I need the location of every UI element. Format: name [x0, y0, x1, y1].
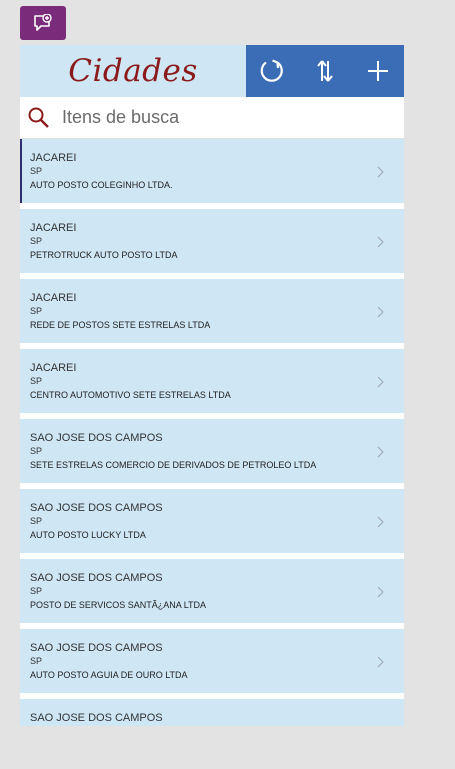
item-state: SP	[30, 376, 43, 386]
chevron-right-icon	[377, 236, 384, 248]
item-name: POSTO DE SERVICOS SANTÃ¿ANA LTDA	[30, 600, 207, 610]
item-name: PETROTRUCK AUTO POSTO LTDA	[30, 250, 178, 260]
list-item[interactable]: JACAREI SP PETROTRUCK AUTO POSTO LTDA	[20, 209, 404, 273]
refresh-icon	[260, 59, 284, 82]
search-icon	[28, 107, 49, 128]
chevron-right-icon	[377, 656, 384, 668]
list-item[interactable]: SAO JOSE DOS CAMPOS SP AUTO POSTO LUCKY …	[20, 489, 404, 553]
sort-button[interactable]	[305, 51, 345, 91]
item-name: CENTRO AUTOMOTIVO SETE ESTRELAS LTDA	[30, 390, 231, 400]
list-item[interactable]: SAO JOSE DOS CAMPOS SP	[20, 699, 404, 726]
item-city: SAO JOSE DOS CAMPOS	[30, 432, 163, 444]
title-box: Cidades	[20, 45, 246, 97]
chevron-right-icon	[377, 446, 384, 458]
item-city: SAO JOSE DOS CAMPOS	[30, 712, 163, 724]
header: Cidades	[20, 45, 404, 97]
header-actions	[246, 45, 404, 97]
list-item[interactable]: SAO JOSE DOS CAMPOS SP AUTO POSTO AGUIA …	[20, 629, 404, 693]
search-input[interactable]	[60, 106, 364, 129]
item-state: SP	[30, 656, 43, 666]
item-state: SP	[30, 166, 43, 176]
item-name: AUTO POSTO LUCKY LTDA	[30, 530, 146, 540]
item-city: JACAREI	[30, 362, 77, 374]
list-item[interactable]: JACAREI SP REDE DE POSTOS SETE ESTRELAS …	[20, 279, 404, 343]
item-name: AUTO POSTO COLEGINHO LTDA.	[30, 180, 173, 190]
search-bar	[20, 97, 404, 139]
chevron-right-icon	[377, 586, 384, 598]
sort-icon	[317, 60, 333, 82]
chevron-right-icon	[377, 166, 384, 178]
page-title: Cidades	[68, 53, 198, 89]
plus-icon	[367, 61, 388, 81]
chevron-right-icon	[377, 376, 384, 388]
chat-add-icon	[34, 14, 52, 31]
item-city: SAO JOSE DOS CAMPOS	[30, 642, 163, 654]
item-state: SP	[30, 236, 43, 246]
refresh-button[interactable]	[252, 51, 292, 91]
item-city: JACAREI	[30, 292, 77, 304]
item-state: SP	[30, 306, 43, 316]
city-list: JACAREI SP AUTO POSTO COLEGINHO LTDA. JA…	[20, 139, 404, 726]
item-state: SP	[30, 586, 43, 596]
item-city: JACAREI	[30, 222, 77, 234]
item-state: SP	[30, 725, 404, 726]
list-item[interactable]: SAO JOSE DOS CAMPOS SP POSTO DE SERVICOS…	[20, 559, 404, 623]
item-city: SAO JOSE DOS CAMPOS	[30, 572, 163, 584]
item-state: SP	[30, 516, 43, 526]
item-city: SAO JOSE DOS CAMPOS	[30, 502, 163, 514]
search-icon-wrap	[20, 106, 60, 130]
app-screen: Cidades Itens de busca JACAREI SP AUTO P…	[20, 45, 404, 726]
item-name: AUTO POSTO AGUIA DE OURO LTDA	[30, 670, 188, 680]
chevron-right-icon	[377, 306, 384, 318]
item-state: SP	[30, 446, 43, 456]
list-item[interactable]: JACAREI SP AUTO POSTO COLEGINHO LTDA.	[20, 139, 404, 203]
chevron-right-icon	[377, 516, 384, 528]
item-city: JACAREI	[30, 152, 77, 164]
item-name: REDE DE POSTOS SETE ESTRELAS LTDA	[30, 320, 211, 330]
item-name: SETE ESTRELAS COMERCIO DE DERIVADOS DE P…	[30, 460, 317, 470]
list-item[interactable]: SAO JOSE DOS CAMPOS SP SETE ESTRELAS COM…	[20, 419, 404, 483]
new-chat-button[interactable]	[20, 6, 66, 40]
list-item[interactable]: JACAREI SP CENTRO AUTOMOTIVO SETE ESTREL…	[20, 349, 404, 413]
add-button[interactable]	[358, 51, 398, 91]
